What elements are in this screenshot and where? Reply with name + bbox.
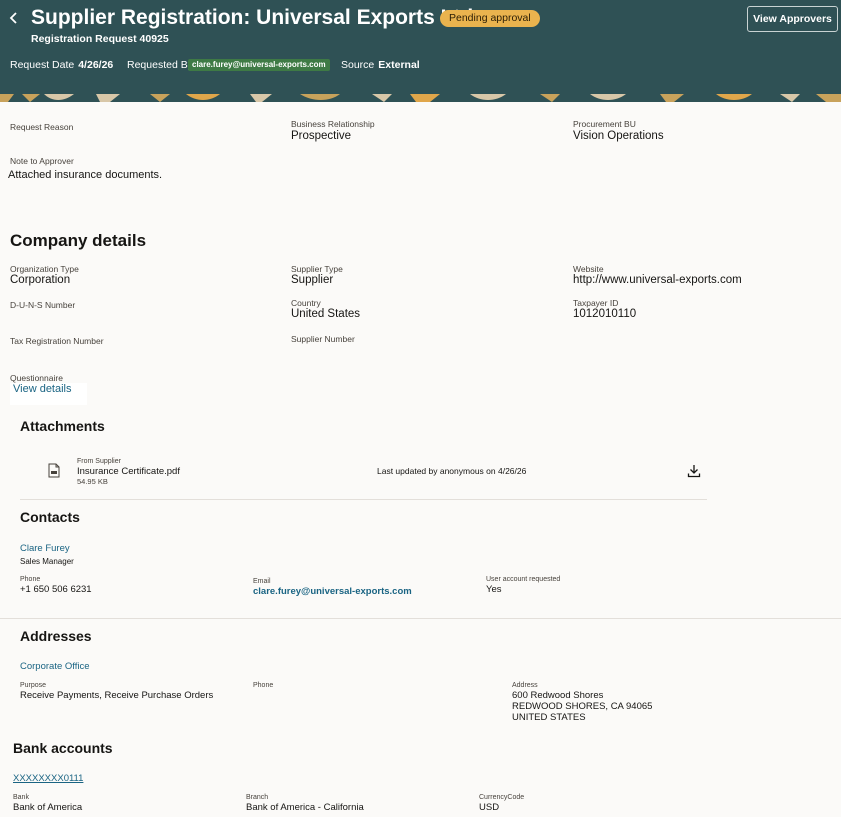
chevron-left-icon[interactable] [5,9,23,27]
contact-phone-label: Phone [20,576,41,583]
currency-code-label: CurrencyCode [479,794,525,801]
header-decoration [0,94,841,102]
company-details-heading: Company details [10,231,147,250]
status-badge: Pending approval [440,10,540,27]
note-to-approver-label: Note to Approver [10,156,74,166]
website-label: Website [573,264,604,274]
addresses-heading: Addresses [20,628,92,644]
source: Source External [341,59,420,71]
branch-value: Bank of America - California [246,802,364,813]
tax-registration-label: Tax Registration Number [10,336,104,346]
procurement-bu-value: Vision Operations [573,130,664,142]
user-account-label: User account requested [486,576,561,583]
business-relationship-label: Business Relationship [291,119,375,129]
contact-name-link[interactable]: Clare Furey [20,543,70,554]
taxpayer-id-label: Taxpayer ID [573,298,619,308]
duns-number-label: D-U-N-S Number [10,300,76,310]
attachments-divider [20,499,707,500]
address-label: Address [512,682,538,689]
note-to-approver-value: Attached insurance documents. [8,169,163,181]
bank-value: Bank of America [13,802,83,813]
page-subtitle: Registration Request 40925 [31,33,169,45]
contacts-divider [0,618,841,619]
request-date-label: Request Date [10,59,75,71]
organization-type-value: Corporation [10,274,71,286]
supplier-type-label: Supplier Type [291,264,343,274]
attachment-source: From Supplier [77,458,121,465]
contacts-heading: Contacts [20,509,80,525]
contact-phone-value: +1 650 506 6231 [20,584,92,595]
currency-code-value: USD [479,802,500,813]
bank-account-link[interactable]: XXXXXXXX0111 [13,773,83,784]
questionnaire-label: Questionnaire [10,373,63,383]
website-value: http://www.universal-exports.com [573,274,742,286]
attachment-file-name[interactable]: Insurance Certificate.pdf [77,466,180,477]
document-icon [48,463,60,478]
page-header: Supplier Registration: Universal Exports… [0,0,841,102]
questionnaire-view-details-link[interactable]: View details [13,383,72,395]
address-line-2: REDWOOD SHORES, CA 94065 [512,701,653,712]
source-label: Source [341,59,375,71]
address-line-3: UNITED STATES [512,712,586,723]
business-relationship-value: Prospective [291,130,352,142]
attachment-file-size: 54.95 KB [77,477,108,486]
source-value: External [378,59,420,71]
requested-by-email: clare.furey@universal-exports.com [188,59,330,71]
request-date-value: 4/26/26 [78,59,114,71]
procurement-bu-label: Procurement BU [573,119,636,129]
address-line-1: 600 Redwood Shores [512,690,604,701]
request-reason-label: Request Reason [10,122,74,132]
download-icon[interactable] [687,464,701,478]
request-date: Request Date 4/26/26 [10,59,113,71]
supplier-type-value: Supplier [291,274,334,286]
organization-type-label: Organization Type [10,264,79,274]
taxpayer-id-value: 1012010110 [573,308,637,320]
address-purpose-value: Receive Payments, Receive Purchase Order… [20,690,214,701]
attachment-updated: Last updated by anonymous on 4/26/26 [377,466,527,476]
address-name-link[interactable]: Corporate Office [20,661,90,672]
contact-email-link[interactable]: clare.furey@universal-exports.com [253,586,412,597]
attachments-heading: Attachments [20,418,105,434]
user-account-value: Yes [486,584,502,595]
view-approvers-button[interactable]: View Approvers [747,6,838,32]
address-phone-label: Phone [253,682,274,689]
bank-accounts-heading: Bank accounts [13,740,113,756]
supplier-number-label: Supplier Number [291,334,355,344]
contact-title: Sales Manager [20,557,74,566]
country-value: United States [291,308,361,320]
bank-label: Bank [13,794,29,801]
contact-email-label: Email [253,578,271,585]
page-title: Supplier Registration: Universal Exports… [31,6,480,29]
requested-by-label: Requested By [127,59,193,71]
branch-label: Branch [246,794,269,801]
address-purpose-label: Purpose [20,682,47,689]
country-label: Country [291,298,321,308]
